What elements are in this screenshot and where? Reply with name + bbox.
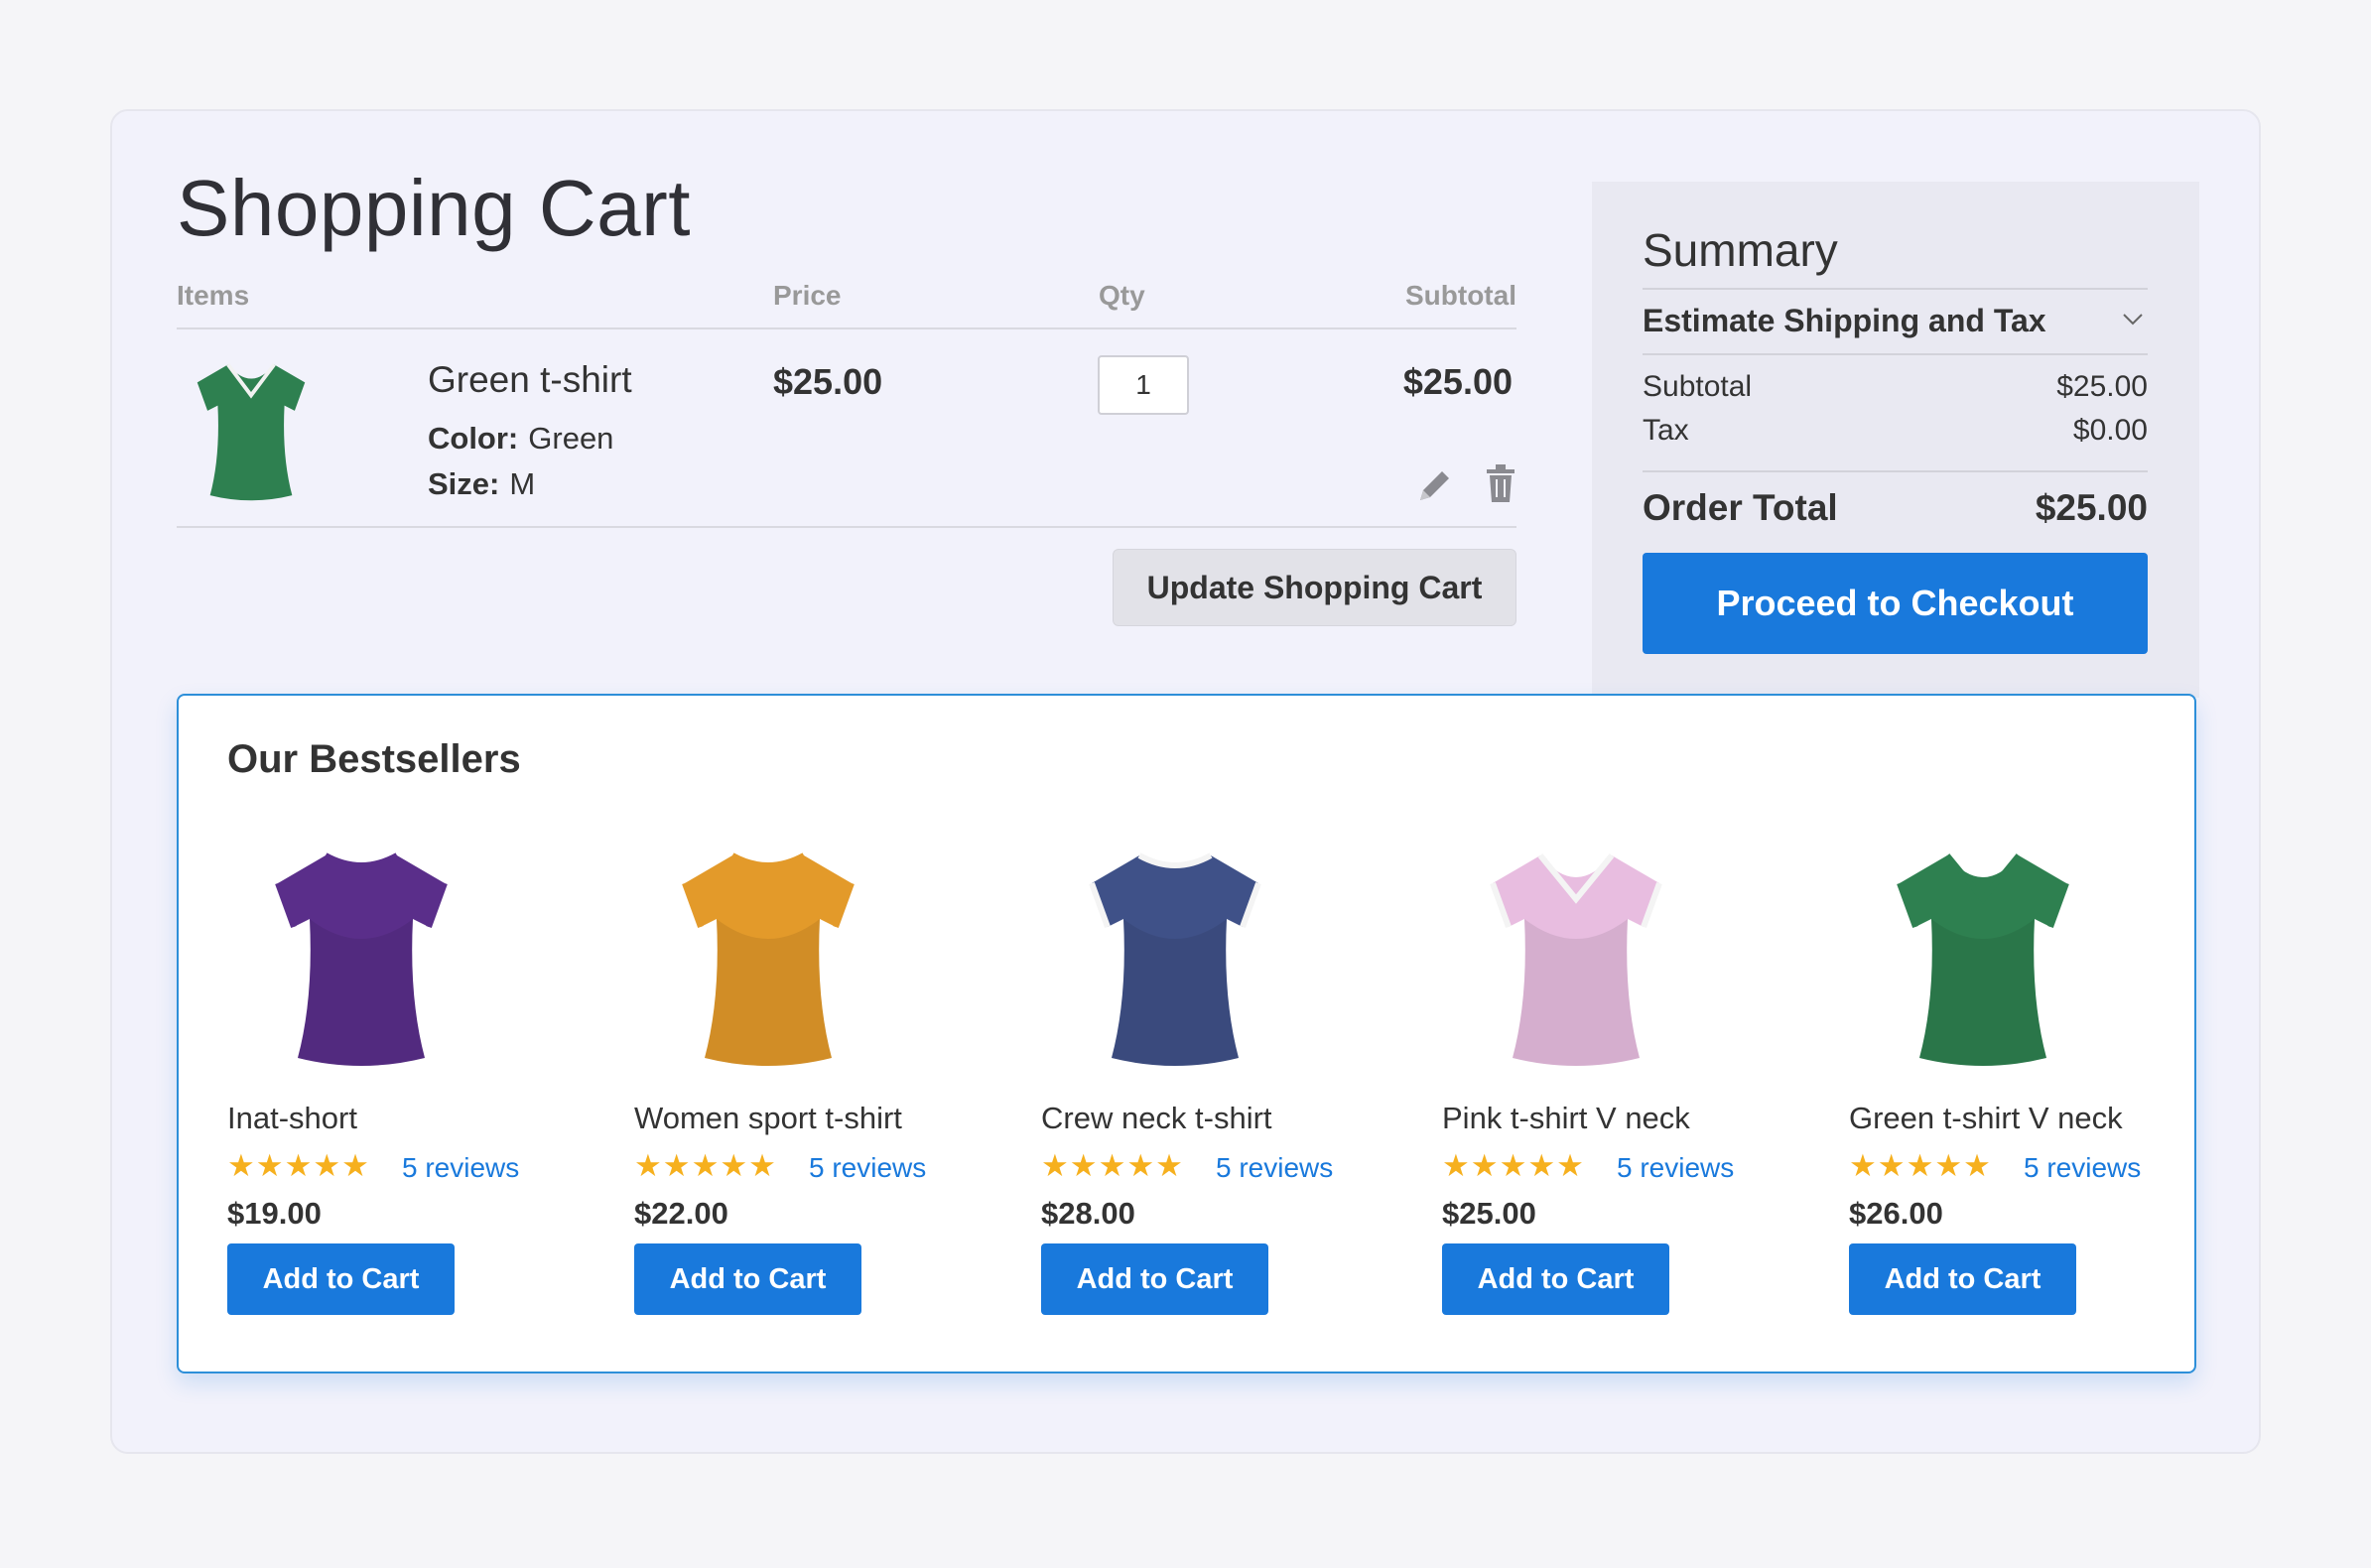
star-rating: ★★★★★ xyxy=(1849,1148,1992,1183)
divider xyxy=(177,526,1516,528)
product-image[interactable] xyxy=(1076,835,1274,1083)
product-price: $22.00 xyxy=(634,1196,728,1231)
star-rating: ★★★★★ xyxy=(634,1148,777,1183)
cart-page-card: Shopping Cart Items Price Qty Subtotal G… xyxy=(110,109,2261,1454)
product-card: Crew neck t-shirt ★★★★★ 5 reviews $28.00… xyxy=(1041,835,1398,1351)
cart-table-header: Items Price Qty Subtotal xyxy=(177,280,1516,320)
cart-item-price: $25.00 xyxy=(773,361,883,402)
cart-item-subtotal: $25.00 xyxy=(1402,361,1513,402)
add-to-cart-button[interactable]: Add to Cart xyxy=(227,1243,455,1315)
product-name[interactable]: Crew neck t-shirt xyxy=(1041,1101,1272,1136)
bestsellers-panel: Our Bestsellers Inat-short ★★★★★ 5 revie… xyxy=(177,694,2196,1373)
reviews-link[interactable]: 5 reviews xyxy=(2024,1152,2141,1184)
product-card: Women sport t-shirt ★★★★★ 5 reviews $22.… xyxy=(634,835,991,1351)
add-to-cart-button[interactable]: Add to Cart xyxy=(1849,1243,2076,1315)
product-price: $19.00 xyxy=(227,1196,322,1231)
proceed-to-checkout-button[interactable]: Proceed to Checkout xyxy=(1643,553,2148,654)
size-value: M xyxy=(509,466,536,501)
star-rating: ★★★★★ xyxy=(1041,1148,1184,1183)
product-price: $26.00 xyxy=(1849,1196,1943,1231)
summary-subtotal-value: $25.00 xyxy=(2056,370,2148,403)
column-header-items: Items xyxy=(177,280,250,311)
cart-item-size: Size: M xyxy=(428,466,535,502)
product-card: Green t-shirt V neck ★★★★★ 5 reviews $26… xyxy=(1849,835,2206,1351)
summary-tax-value: $0.00 xyxy=(2072,414,2148,447)
update-cart-button[interactable]: Update Shopping Cart xyxy=(1113,549,1516,626)
product-name[interactable]: Women sport t-shirt xyxy=(634,1101,902,1136)
reviews-link[interactable]: 5 reviews xyxy=(809,1152,926,1184)
star-rating: ★★★★★ xyxy=(227,1148,370,1183)
product-price: $25.00 xyxy=(1442,1196,1536,1231)
divider xyxy=(1643,353,2148,355)
star-rating: ★★★★★ xyxy=(1442,1148,1585,1183)
divider xyxy=(1643,288,2148,290)
quantity-input[interactable]: 1 xyxy=(1098,355,1189,415)
pencil-icon[interactable] xyxy=(1414,466,1454,506)
cart-item-name[interactable]: Green t-shirt xyxy=(428,359,632,401)
cart-item-image[interactable] xyxy=(187,354,316,508)
summary-subtotal-label: Subtotal xyxy=(1643,370,1753,403)
trash-icon[interactable] xyxy=(1485,463,1516,503)
reviews-link[interactable]: 5 reviews xyxy=(1216,1152,1333,1184)
product-name[interactable]: Inat-short xyxy=(227,1101,357,1136)
estimate-shipping-toggle[interactable]: Estimate Shipping and Tax xyxy=(1643,303,2148,339)
product-image[interactable] xyxy=(262,835,461,1083)
product-name[interactable]: Pink t-shirt V neck xyxy=(1442,1101,1690,1136)
summary-title: Summary xyxy=(1643,224,1838,276)
product-price: $28.00 xyxy=(1041,1196,1135,1231)
product-card: Inat-short ★★★★★ 5 reviews $19.00 Add to… xyxy=(227,835,585,1351)
product-image[interactable] xyxy=(669,835,867,1083)
page-title: Shopping Cart xyxy=(177,164,691,252)
color-value: Green xyxy=(528,421,614,456)
divider xyxy=(177,327,1516,329)
column-header-qty: Qty xyxy=(1099,280,1145,311)
add-to-cart-button[interactable]: Add to Cart xyxy=(1442,1243,1669,1315)
cart-item-color: Color: Green xyxy=(428,421,613,457)
order-total-row: Order Total $25.00 xyxy=(1643,487,2148,529)
summary-subtotal-row: Subtotal $25.00 xyxy=(1643,370,2148,404)
divider xyxy=(1643,470,2148,472)
order-total-value: $25.00 xyxy=(2035,487,2148,528)
order-total-label: Order Total xyxy=(1643,487,1838,528)
order-summary: Summary Estimate Shipping and Tax Subtot… xyxy=(1592,182,2199,698)
product-image[interactable] xyxy=(1884,835,2082,1083)
product-name[interactable]: Green t-shirt V neck xyxy=(1849,1101,2123,1136)
chevron-down-icon xyxy=(2123,314,2143,326)
product-image[interactable] xyxy=(1477,835,1675,1083)
color-label: Color: xyxy=(428,421,519,456)
reviews-link[interactable]: 5 reviews xyxy=(402,1152,519,1184)
summary-tax-label: Tax xyxy=(1643,414,1689,447)
product-card: Pink t-shirt V neck ★★★★★ 5 reviews $25.… xyxy=(1442,835,1799,1351)
bestsellers-title: Our Bestsellers xyxy=(227,737,521,781)
column-header-subtotal: Subtotal xyxy=(1405,280,1516,311)
add-to-cart-button[interactable]: Add to Cart xyxy=(1041,1243,1268,1315)
estimate-shipping-label: Estimate Shipping and Tax xyxy=(1643,303,2046,338)
column-header-price: Price xyxy=(773,280,842,311)
summary-tax-row: Tax $0.00 xyxy=(1643,414,2148,448)
add-to-cart-button[interactable]: Add to Cart xyxy=(634,1243,861,1315)
size-label: Size: xyxy=(428,466,500,501)
reviews-link[interactable]: 5 reviews xyxy=(1617,1152,1734,1184)
